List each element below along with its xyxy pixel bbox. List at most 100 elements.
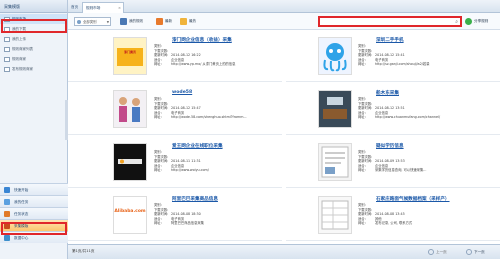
rule-card[interactable]: 疑似学历信息 类别: 下载次数: 更新时间: 2014-08-09 13:53 适… [286,137,500,188]
logo-image [114,144,146,180]
status-icon [4,211,10,217]
database-icon [4,235,10,241]
rule-meta: 类别: 下载次数: 更新时间: 2014-08-12 15:47 适合: 电子商务 … [154,97,247,120]
lightning-icon [4,187,10,193]
rule-meta: 类别: 下载次数: 更新时间: 2014-08-09 13:53 适合: 企业信息 … [358,150,427,173]
rule-card[interactable]: Alibaba.com 阿里巴巴采集商品信息 类别: 下载次数: 更新时间: 20… [68,190,282,241]
new-icon [156,18,163,25]
furniture-image [319,91,351,127]
page-info: 第1页/共11页 [72,249,95,253]
rule-title[interactable]: 船木东采集 [376,90,399,96]
button-label: 最热 [189,19,196,23]
thumbnail-logo: 漆门黄页 [117,48,143,66]
rule-title[interactable]: 爱王网企业在线职位采集 [172,143,223,149]
folder-icon [4,46,10,52]
rule-meta: 类别: 下载次数: 更新时间: 2014-08-12 13:51 适合: 企业信息 … [358,97,441,120]
nav-label: 任务状态 [14,212,29,216]
search-icon[interactable]: ⌕ [455,19,458,25]
rule-card[interactable]: 漆门黄页 漆门网企业信息（收益）采集 类别: 下载次数: 更新时间: 2014-0… [68,31,282,82]
category-select[interactable]: 全部类别 ▼ [74,17,111,26]
nav-task-status[interactable]: 任务状态 [0,207,68,219]
rule-meta: 类别: 下载次数: 更新时间: 2014-08-08 18:30 适合: 电子商务 … [154,203,204,226]
tab-rule-market[interactable]: 规则市场 × [82,2,124,13]
rule-title[interactable]: 疑似学历信息 [376,143,404,149]
rule-title[interactable]: 深圳二手手机 [376,37,404,43]
tree-item-label: 我的上传 [12,37,26,41]
rule-title[interactable]: wode58 [172,90,192,95]
button-label: 上一页 [436,250,447,254]
rule-thumbnail: Alibaba.com [113,196,147,234]
rule-card[interactable]: 爱王网企业在线职位采集 类别: 下载次数: 更新时间: 2014-08-11 11… [68,137,282,188]
rule-thumbnail [113,143,147,181]
tree-item-label: 发布规则商家 [12,67,33,71]
share-icon [465,18,472,25]
highlight-box [1,222,67,235]
left-panel-header: 采集模版 [0,0,67,13]
folder-icon [4,66,10,72]
rule-thumbnail: 漆门黄页 [113,37,147,75]
rules-icon [120,18,127,25]
rule-card[interactable]: 石家庄路面气候数据档案（采样产） 类别: 下载次数: 更新时间: 2014-08-… [286,190,500,241]
rule-card[interactable]: 深圳二手手机 类别: 下载次数: 更新时间: 2014-08-12 15:41 适… [286,31,500,82]
left-panel: 采集模版 规则市场 我的下载 我的上传 规则商家列表 规则商家 发布规则商家 快… [0,0,68,259]
tree-item-publish-merchant[interactable]: 发布规则商家 [0,64,67,74]
chevron-down-icon: ▼ [106,20,109,24]
tree-item-merchant-list[interactable]: 规则商家列表 [0,44,67,54]
tree-item-my-upload[interactable]: 我的上传 [0,34,67,44]
prev-page-button[interactable]: 上一页 [428,248,458,257]
rule-card[interactable]: 船木东采集 类别: 下载次数: 更新时间: 2014-08-12 13:51 适合… [286,84,500,135]
alibaba-logo: Alibaba.com [114,209,146,214]
task-icon [4,199,10,205]
rule-thumbnail [318,196,352,234]
button-label: 最新 [165,19,172,23]
search-input[interactable]: ⌕ [318,16,462,27]
arrow-left-icon [428,249,434,255]
share-rule-button[interactable]: 分享规则 [465,17,488,26]
nav-label: 我的任务 [14,200,29,204]
nav-label: 快速开始 [14,188,29,192]
button-label: 分享规则 [474,19,489,23]
rule-meta: 类别: 下载次数: 更新时间: 2014-08-12 15:41 适合: 电子商务 … [358,44,430,67]
rule-title[interactable]: 阿里巴巴采集商品信息 [172,196,218,202]
button-label: 我的规则 [129,19,143,23]
folder-icon [4,36,10,42]
nav-label: 数据中心 [14,236,29,240]
people-image [119,97,140,122]
category-value: 全部类别 [83,20,97,24]
close-icon[interactable]: × [118,3,121,13]
tree-item-merchant[interactable]: 规则商家 [0,54,67,64]
rule-thumbnail [318,37,352,75]
newest-button[interactable]: 最新 [156,17,172,26]
tab-label: 规则市场 [86,6,101,10]
rule-thumbnail [113,90,147,128]
my-rules-button[interactable]: 我的规则 [120,17,143,26]
highlight-box [1,19,67,33]
rule-title[interactable]: 石家庄路面气候数据档案（采样产） [376,196,450,202]
rule-title[interactable]: 漆门网企业信息（收益）采集 [172,37,232,43]
hot-icon [180,18,187,25]
nav-my-tasks[interactable]: 我的任务 [0,195,68,207]
status-bar: 第1页/共11页 上一页 下一页 [68,244,500,259]
toolbar: 全部类别 ▼ 我的规则 最新 最热 ⌕ 分享规则 [68,13,500,30]
tab-bar: 首页 规则市场 × [68,0,500,13]
hottest-button[interactable]: 最热 [180,17,196,26]
category-icon [77,20,81,24]
rule-thumbnail [318,90,352,128]
rule-meta: 类别: 下载次数: 更新时间: 2014-08-11 11:31 适合: 企业信息 … [154,150,209,173]
nav-quick-start[interactable]: 快速开始 [0,183,68,195]
button-label: 下一页 [474,250,485,254]
table-image [321,200,349,230]
octopus-image [323,43,347,72]
folder-icon [4,56,10,62]
main-area: 首页 规则市场 × 全部类别 ▼ 我的规则 最新 最热 ⌕ 分享规则 漆门黄页 漆门… [68,0,500,259]
tree-item-label: 规则商家列表 [12,47,33,51]
next-page-button[interactable]: 下一页 [466,248,496,257]
tab-home[interactable]: 首页 [71,2,81,13]
document-image [321,146,349,178]
rule-card[interactable]: wode58 类别: 下载次数: 更新时间: 2014-08-12 15:47 适… [68,84,282,135]
tree-item-label: 规则商家 [12,57,26,61]
rule-meta: 类别: 下载次数: 更新时间: 2014-08-08 13:45 适合: 其他 网址… [358,203,413,226]
rule-thumbnail [318,143,352,181]
rule-meta: 类别: 下载次数: 更新时间: 2014-08-12 16:22 适合: 企业信息 … [154,44,236,67]
arrow-right-icon [466,249,472,255]
